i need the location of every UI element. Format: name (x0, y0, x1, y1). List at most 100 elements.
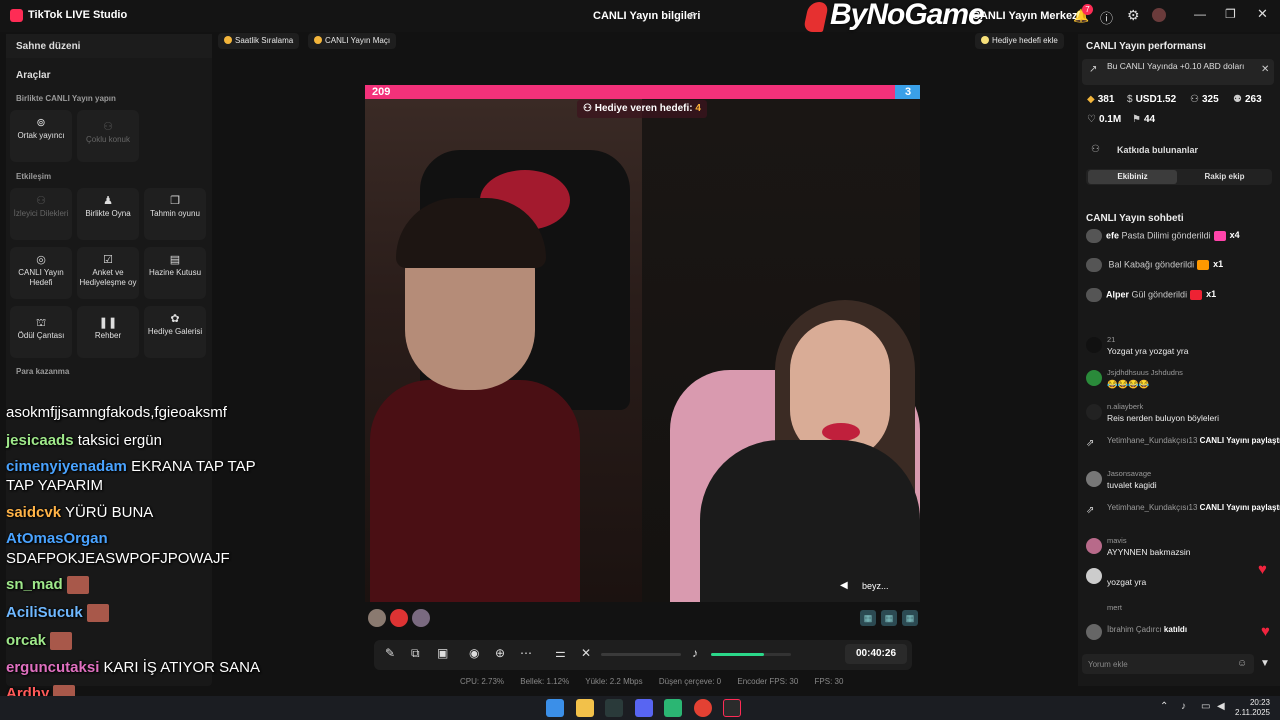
gear-icon[interactable]: ⚙ (1127, 7, 1140, 24)
viewer-avatar[interactable] (412, 609, 430, 627)
mic-tray-icon[interactable]: ♪ (1181, 701, 1186, 712)
tool-treasure-box[interactable]: ▤ Hazine Kutusu (144, 247, 206, 299)
record-icon[interactable]: ◉ (469, 646, 479, 660)
target-icon[interactable]: ⊕ (495, 646, 505, 660)
more-icon[interactable]: ⋯ (520, 646, 532, 660)
tool-label: Hazine Kutusu (148, 268, 202, 277)
chat-message[interactable]: mavis AYYNNEN bakmazsin (1086, 536, 1266, 560)
seat-icon[interactable]: ▦ (860, 610, 876, 626)
avatar (1086, 471, 1102, 487)
viewer-avatar[interactable] (390, 609, 408, 627)
share-icon[interactable]: ⇗ (686, 8, 696, 22)
volume-tray-icon[interactable]: ◀ (1217, 701, 1225, 712)
guest-name-label: beyz... (862, 581, 889, 591)
magic-wand-icon[interactable]: ✎ (385, 646, 395, 660)
close-icon[interactable]: ✕ (1261, 64, 1269, 75)
tool-gift-gallery[interactable]: ✿ Hediye Galerisi (144, 306, 206, 358)
tool-reward-bag[interactable]: ⛫ Ödül Çantası (10, 306, 72, 358)
tool-viewer-wishes[interactable]: ⚇ İzleyici Dilekleri (10, 188, 72, 240)
tool-guide[interactable]: ❚❚ Rehber (77, 306, 139, 358)
chat-message[interactable]: Jsjdhdhsuus Jshdudns 😂😂😂😂 (1086, 368, 1266, 392)
tiktok-studio-icon[interactable] (723, 699, 741, 717)
overlay-chat-user: AciliSucuk (6, 604, 83, 621)
app-title: TikTok LIVE Studio (28, 9, 128, 21)
cake-icon (1213, 231, 1226, 241)
join-text: İbrahim Çadırcı katıldı (1107, 625, 1187, 634)
tool-play-together[interactable]: ♟ Birlikte Oyna (77, 188, 139, 240)
treasure-box-icon: ▤ (169, 254, 181, 266)
taskbar-clock[interactable]: 20:23 2.11.2025 (1235, 698, 1270, 718)
minimize-button[interactable]: — (1194, 7, 1206, 21)
close-button[interactable]: ✕ (1257, 6, 1268, 22)
tool-prediction[interactable]: ❐ Tahmin oyunu (144, 188, 206, 240)
volume-icon[interactable]: ◀ (840, 580, 848, 591)
tab-our-team[interactable]: Ekibiniz (1088, 170, 1177, 184)
maximize-button[interactable]: ❐ (1225, 7, 1236, 21)
volume-slider[interactable] (601, 653, 681, 656)
start-button[interactable] (546, 699, 564, 717)
trophy-icon (224, 36, 232, 44)
chrome-icon[interactable] (694, 699, 712, 717)
discord-icon[interactable] (635, 699, 653, 717)
overlay-chat-user: saidcvk (6, 504, 62, 521)
live-info-button[interactable]: CANLI Yayın bilgileri (593, 10, 700, 22)
trend-icon: ↗ (1089, 64, 1098, 75)
live-match-pill[interactable]: CANLI Yayın Maçı (308, 33, 397, 49)
chat-message[interactable]: 21 Yozgat yra yozgat yra (1086, 335, 1266, 359)
stat-likes: ♡ 0.1M (1087, 114, 1121, 125)
gift-goal-add-pill[interactable]: Hediye hedefi ekle (975, 33, 1064, 49)
tool-label: Birlikte Oyna (85, 209, 131, 218)
live-center-link[interactable]: CANLI Yayın Merkezi (972, 10, 1081, 22)
tiktok-logo-icon (10, 9, 23, 22)
chat-message[interactable]: n.aliayberk Reis nerden buluyon böyleleri (1086, 402, 1266, 426)
share-text: Yetimhane_Kundakçısı13 CANLI Yayını payl… (1107, 503, 1280, 512)
microphone-icon[interactable]: ♪ (692, 646, 698, 660)
chat-user: mavis (1107, 536, 1127, 545)
overlay-chat-line: sn_mad (6, 576, 89, 595)
clock-time: 20:23 (1249, 698, 1270, 707)
gift-text: Bal Kabağı gönderildi (1108, 259, 1195, 270)
help-icon[interactable]: ⓘ (1100, 8, 1113, 27)
layout-icon[interactable]: ⧉ (411, 646, 420, 661)
tool-co-host[interactable]: ⊚ Ortak yayıncı (10, 110, 72, 162)
tool-label: Anket ve Hediyeleşme oy (79, 268, 137, 287)
chat-message[interactable]: Jasonsavage tuvalet kagidi (1086, 469, 1266, 493)
gift-count: x4 (1229, 230, 1240, 241)
chat-user: İbrahim Çadırcı (1107, 625, 1162, 634)
speaker-mute-icon[interactable]: ✕ (581, 646, 591, 660)
emote-icon (86, 604, 109, 623)
stat-value: 381 (1097, 94, 1115, 105)
explorer-icon[interactable] (576, 699, 594, 717)
terminal-icon[interactable] (605, 699, 623, 717)
avatar[interactable] (1152, 8, 1166, 22)
pill-label: Hediye hedefi ekle (992, 36, 1058, 45)
chat-message[interactable]: mert (1086, 603, 1266, 617)
gift-event: Bal Kabağı gönderildi x1 (1086, 258, 1223, 272)
chat-user: Jasonsavage (1107, 469, 1152, 478)
live-goal-icon: ◎ (36, 254, 46, 266)
mixer-icon[interactable]: ⚌ (555, 646, 566, 660)
seat-icon[interactable]: ▦ (902, 610, 918, 626)
tool-label: Ödül Çantası (17, 331, 65, 340)
seat-icon[interactable]: ▦ (881, 610, 897, 626)
app-icon[interactable] (664, 699, 682, 717)
tab-rival-team[interactable]: Rakip ekip (1180, 170, 1269, 184)
hourly-ranking-pill[interactable]: Saatlik Sıralama (218, 33, 300, 49)
chevron-up-icon[interactable]: ⌃ (1160, 701, 1168, 712)
chat-message[interactable]: yozgat yra (1086, 566, 1266, 590)
live-timer: 00:40:26 (845, 644, 907, 664)
overlay-chat-text: EKRANA TAP TAP (131, 458, 256, 475)
filter-icon[interactable]: ▼ (1260, 658, 1270, 669)
overlay-chat-line: erguncutaksi KARI İŞ ATIYOR SANA (6, 659, 260, 677)
rose-icon (1190, 290, 1203, 300)
network-icon[interactable]: ▭ (1201, 701, 1210, 712)
overlay-chat-line: SDAFPOKJEASWPOFJPOWAJF (6, 550, 230, 568)
emoji-icon[interactable]: ☺ (1237, 658, 1247, 669)
contributors-button[interactable]: Katkıda bulunanlar (1113, 143, 1202, 158)
reward-bag-icon: ⛫ (35, 317, 47, 329)
tool-poll[interactable]: ☑ Anket ve Hediyeleşme oy (77, 247, 139, 299)
tool-live-goal[interactable]: ◎ CANLI Yayın Hedefi (10, 247, 72, 299)
tool-multi-guest[interactable]: ⚇ Çoklu konuk (77, 110, 139, 162)
viewer-avatar[interactable] (368, 609, 386, 627)
screen-icon[interactable]: ▣ (437, 646, 448, 660)
